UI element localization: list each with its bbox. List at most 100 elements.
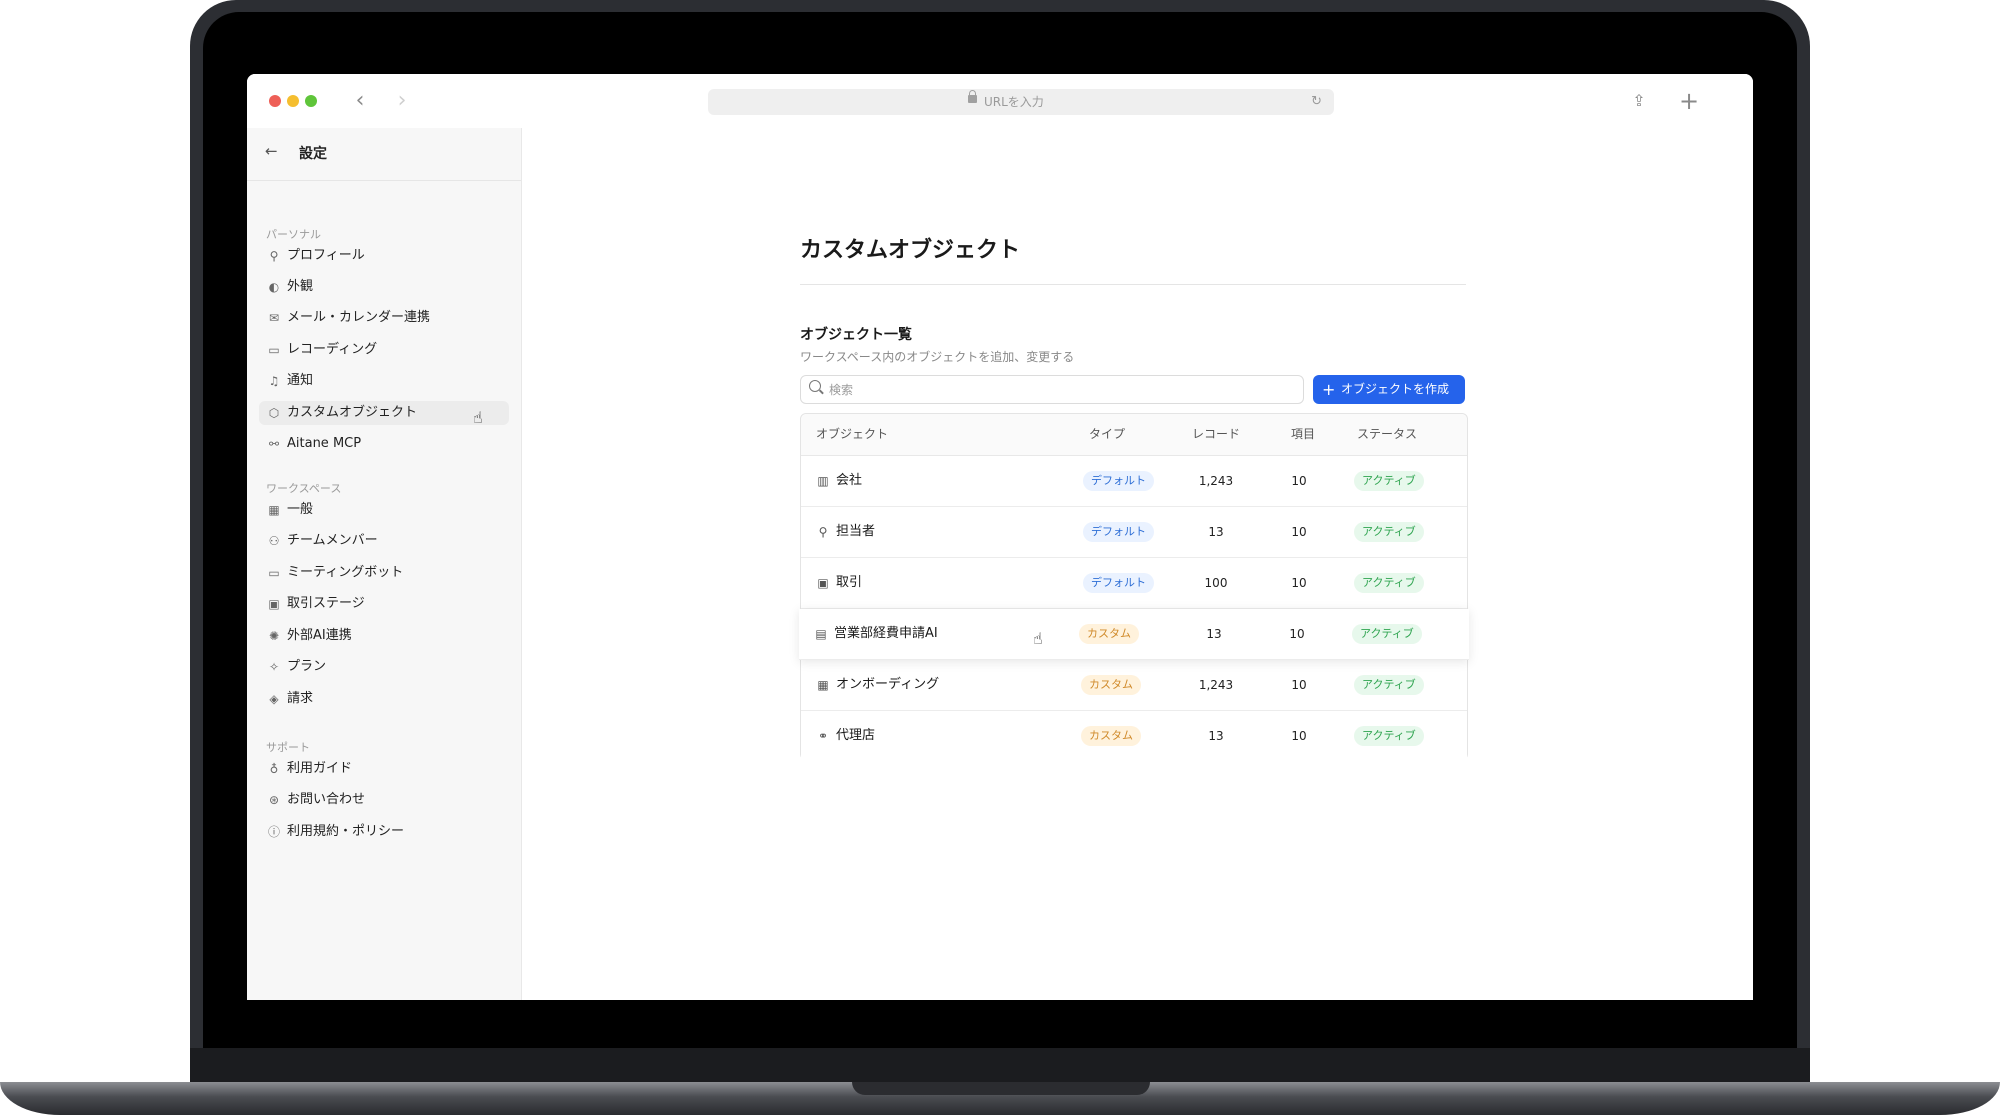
section-heading-support: サポート <box>266 741 310 754</box>
settings-sidebar: ← 設定 パーソナル ⚲ プロフィール ◐ 外観 ✉ メール・カレンダー連携 ▭ レコー… <box>247 128 522 1000</box>
palette-icon: ◐ <box>268 280 280 294</box>
table-row[interactable]: ⚭ 代理店 カスタム 13 10 アクティブ <box>801 711 1467 761</box>
sidebar-item-billing[interactable]: ◈ 請求 <box>259 687 509 711</box>
sidebar-item-label: 利用ガイド <box>287 761 353 776</box>
close-window-button[interactable] <box>269 95 281 107</box>
back-arrow-icon[interactable]: ← <box>265 142 278 160</box>
status-badge: アクティブ <box>1352 624 1422 644</box>
object-name: 取引 <box>836 575 863 590</box>
sidebar-item-label: 一般 <box>287 502 314 517</box>
sidebar-item-label: 取引ステージ <box>287 596 365 611</box>
object-name: オンボーディング <box>836 677 940 692</box>
search-input[interactable] <box>829 376 1289 403</box>
field-count: 10 <box>1291 474 1307 488</box>
column-header-type[interactable]: タイプ <box>1089 414 1125 455</box>
sparkle-icon: ✧ <box>268 660 280 674</box>
ai-icon: ✺ <box>268 629 280 643</box>
forward-arrow-icon[interactable]: › <box>389 88 415 114</box>
table-row[interactable]: ▦ オンボーディング カスタム 1,243 10 アクティブ <box>801 660 1467 711</box>
plus-icon: + <box>1322 380 1336 399</box>
sidebar-item-label: メール・カレンダー連携 <box>287 310 431 325</box>
sidebar-item-label: Aitane MCP <box>287 436 362 451</box>
bell-icon: ♫ <box>268 374 280 388</box>
object-name: 代理店 <box>836 728 876 743</box>
sidebar-item-recording[interactable]: ▭ レコーディング <box>259 338 509 362</box>
sidebar-header: ← 設定 <box>247 128 521 181</box>
sidebar-item-label: チームメンバー <box>287 533 378 548</box>
section-title: オブジェクト一覧 <box>800 327 912 343</box>
field-count: 10 <box>1289 627 1305 641</box>
lifebuoy-icon: ⊛ <box>268 793 280 807</box>
sidebar-item-meeting-bot[interactable]: ▭ ミーティングボット <box>259 561 509 585</box>
column-header-fields[interactable]: 項目 <box>1291 414 1315 455</box>
table-row[interactable]: ▣ 取引 デフォルト 100 10 アクティブ <box>801 558 1467 609</box>
section-heading-workspace: ワークスペース <box>266 482 342 495</box>
user-icon: ⚲ <box>818 525 828 539</box>
create-object-button[interactable]: + オブジェクトを作成 <box>1313 375 1465 404</box>
minimize-window-button[interactable] <box>287 95 299 107</box>
sidebar-item-notifications[interactable]: ♫ 通知 <box>259 369 509 393</box>
sidebar-item-label: 通知 <box>287 373 314 388</box>
table-row[interactable]: ▥ 会社 デフォルト 1,243 10 アクティブ <box>801 456 1467 507</box>
sidebar-item-deal-stages[interactable]: ▣ 取引ステージ <box>259 592 509 616</box>
column-header-object[interactable]: オブジェクト <box>816 414 888 455</box>
sidebar-item-label: 利用規約・ポリシー <box>287 824 405 839</box>
sidebar-item-appearance[interactable]: ◐ 外観 <box>259 275 509 299</box>
reload-icon[interactable]: ↻ <box>1311 89 1322 115</box>
video-icon: ▭ <box>268 566 280 580</box>
sidebar-item-team-members[interactable]: ⚇ チームメンバー <box>259 529 509 553</box>
status-badge: アクティブ <box>1354 522 1424 542</box>
tag-icon: ◈ <box>269 692 279 706</box>
sidebar-item-guide[interactable]: ♁ 利用ガイド <box>259 757 509 781</box>
back-arrow-icon[interactable]: ‹ <box>347 88 373 114</box>
page-title: カスタムオブジェクト <box>800 238 1021 263</box>
sidebar-item-label: プラン <box>287 659 327 674</box>
bulb-icon: ♁ <box>269 762 279 776</box>
sidebar-item-external-ai[interactable]: ✺ 外部AI連携 <box>259 624 509 648</box>
pointer-cursor-icon: ☝ <box>473 408 483 427</box>
column-header-records[interactable]: レコード <box>1192 414 1240 455</box>
browser-toolbar: ‹ › URLを入力 ↻ ⇪ + <box>247 74 1753 129</box>
sidebar-item-mail-calendar[interactable]: ✉ メール・カレンダー連携 <box>259 306 509 330</box>
pointer-cursor-icon: ☝ <box>1033 629 1043 648</box>
table-header: オブジェクト タイプ レコード 項目 ステータス <box>801 414 1467 456</box>
sidebar-item-contact[interactable]: ⊛ お問い合わせ <box>259 788 509 812</box>
status-badge: アクティブ <box>1354 726 1424 746</box>
share-icon[interactable]: ⇪ <box>1626 88 1652 114</box>
section-description: ワークスペース内のオブジェクトを追加、変更する <box>800 350 1075 364</box>
document-icon: ▤ <box>815 627 827 641</box>
type-badge: デフォルト <box>1083 471 1154 491</box>
deal-icon: ▣ <box>268 597 280 611</box>
zoom-window-button[interactable] <box>305 95 317 107</box>
connector-icon: ⚯ <box>268 437 280 451</box>
search-field[interactable] <box>800 375 1304 404</box>
sidebar-item-aitane-mcp[interactable]: ⚯ Aitane MCP <box>259 432 509 456</box>
record-count: 13 <box>1208 729 1224 743</box>
type-badge: カスタム <box>1081 726 1141 746</box>
column-header-status[interactable]: ステータス <box>1357 414 1417 455</box>
new-tab-icon[interactable]: + <box>1676 88 1702 114</box>
search-icon <box>809 380 821 392</box>
field-count: 10 <box>1291 729 1307 743</box>
sidebar-item-custom-objects[interactable]: ⬡ カスタムオブジェクト <box>259 401 509 425</box>
table-row[interactable]: ▤ 営業部経費申請AI カスタム 13 10 アクティブ ☝ <box>799 609 1469 660</box>
building-icon: ▥ <box>817 474 829 488</box>
record-count: 13 <box>1206 627 1222 641</box>
users-icon: ⚇ <box>268 534 280 548</box>
sidebar-item-terms[interactable]: ⓘ 利用規約・ポリシー <box>259 820 509 844</box>
record-count: 1,243 <box>1198 678 1234 692</box>
sidebar-item-profile[interactable]: ⚲ プロフィール <box>259 244 509 268</box>
info-icon: ⓘ <box>267 825 280 839</box>
table-row[interactable]: ⚲ 担当者 デフォルト 13 10 アクティブ <box>801 507 1467 558</box>
sidebar-item-plan[interactable]: ✧ プラン <box>259 655 509 679</box>
sidebar-item-label: カスタムオブジェクト <box>287 405 418 420</box>
browser-window: ‹ › URLを入力 ↻ ⇪ + ← 設定 パーソナル ⚲ プロフィール ◐ 外観 … <box>247 74 1753 1000</box>
field-count: 10 <box>1291 525 1307 539</box>
sidebar-item-general[interactable]: ▦ 一般 <box>259 498 509 522</box>
section-heading-personal: パーソナル <box>266 228 321 241</box>
address-bar[interactable]: URLを入力 ↻ <box>708 89 1334 115</box>
sidebar-item-label: レコーディング <box>287 342 378 357</box>
lock-icon <box>968 90 977 103</box>
status-badge: アクティブ <box>1354 471 1424 491</box>
title-divider <box>800 284 1466 285</box>
